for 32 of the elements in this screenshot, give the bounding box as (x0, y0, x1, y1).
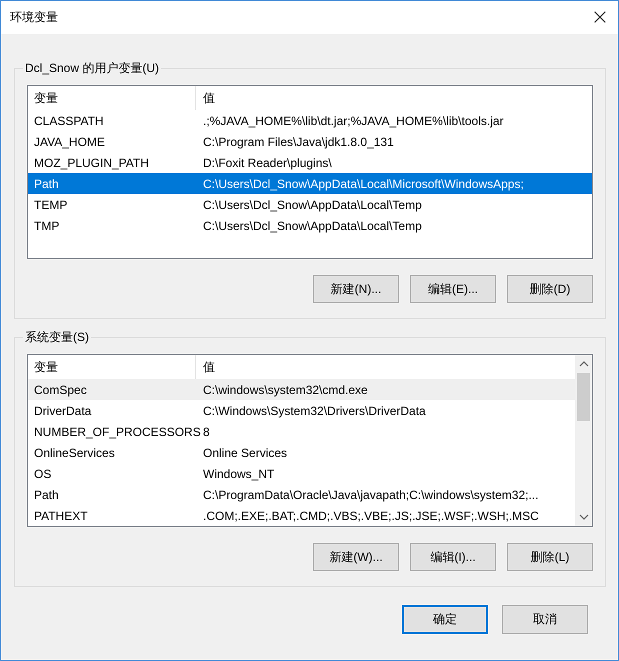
close-button[interactable]: × (585, 2, 615, 32)
group-label: 系统变量(S) (23, 329, 91, 346)
list-row[interactable]: OS Windows_NT (28, 463, 575, 484)
list-row[interactable]: JAVA_HOME C:\Program Files\Java\jdk1.8.0_131 (28, 131, 592, 152)
list-row[interactable]: TEMP C:\Users\Dcl_Snow\AppData\Local\Temp (28, 194, 592, 215)
list-row[interactable]: MOZ_PLUGIN_PATH D:\Foxit Reader\plugins\ (28, 152, 592, 173)
scrollbar[interactable] (575, 355, 592, 526)
column-header[interactable]: 值 (196, 86, 592, 110)
list-row[interactable]: DriverData C:\Windows\System32\Drivers\DriverData (28, 400, 575, 421)
action-button[interactable]: 删除(D) (507, 275, 593, 303)
window-title: 环境变量 (10, 9, 58, 26)
action-button[interactable]: 删除(L) (507, 543, 593, 571)
scroll-down-icon[interactable] (578, 514, 588, 520)
column-header[interactable]: 值 (196, 355, 575, 379)
list-row[interactable]: TMP C:\Users\Dcl_Snow\AppData\Local\Temp (28, 215, 592, 236)
scroll-up-icon[interactable] (578, 361, 588, 367)
action-button[interactable]: 新建(W)... (313, 543, 399, 571)
action-button[interactable]: 新建(N)... (313, 275, 399, 303)
list-row[interactable]: OnlineServices Online Services (28, 442, 575, 463)
column-header[interactable]: 变量 (28, 86, 196, 110)
scrollbar-thumb[interactable] (577, 373, 590, 421)
list-row[interactable]: Path C:\Users\Dcl_Snow\AppData\Local\Microsoft\WindowsApps; (28, 173, 592, 194)
dialog-button[interactable]: 取消 (502, 605, 588, 634)
list-row[interactable]: NUMBER_OF_PROCESSORS 8 (28, 421, 575, 442)
action-button[interactable]: 编辑(I)... (410, 543, 496, 571)
dialog-button[interactable]: 确定 (402, 605, 488, 634)
action-button[interactable]: 编辑(E)... (410, 275, 496, 303)
list-row[interactable]: CLASSPATH .;%JAVA_HOME%\lib\dt.jar;%JAVA_HOME%\lib\tools.jar (28, 110, 592, 131)
list-row[interactable]: ComSpec C:\windows\system32\cmd.exe (28, 379, 575, 400)
list-row[interactable]: Path C:\ProgramData\Oracle\Java\javapath;C:\windows\system32;... (28, 484, 575, 505)
group-label: Dcl_Snow 的用户变量(U) (23, 60, 162, 77)
list-row[interactable]: PATHEXT .COM;.EXE;.BAT;.CMD;.VBS;.VBE;.JS;.JSE;.WSF;.WSH;.MSC (28, 505, 575, 526)
